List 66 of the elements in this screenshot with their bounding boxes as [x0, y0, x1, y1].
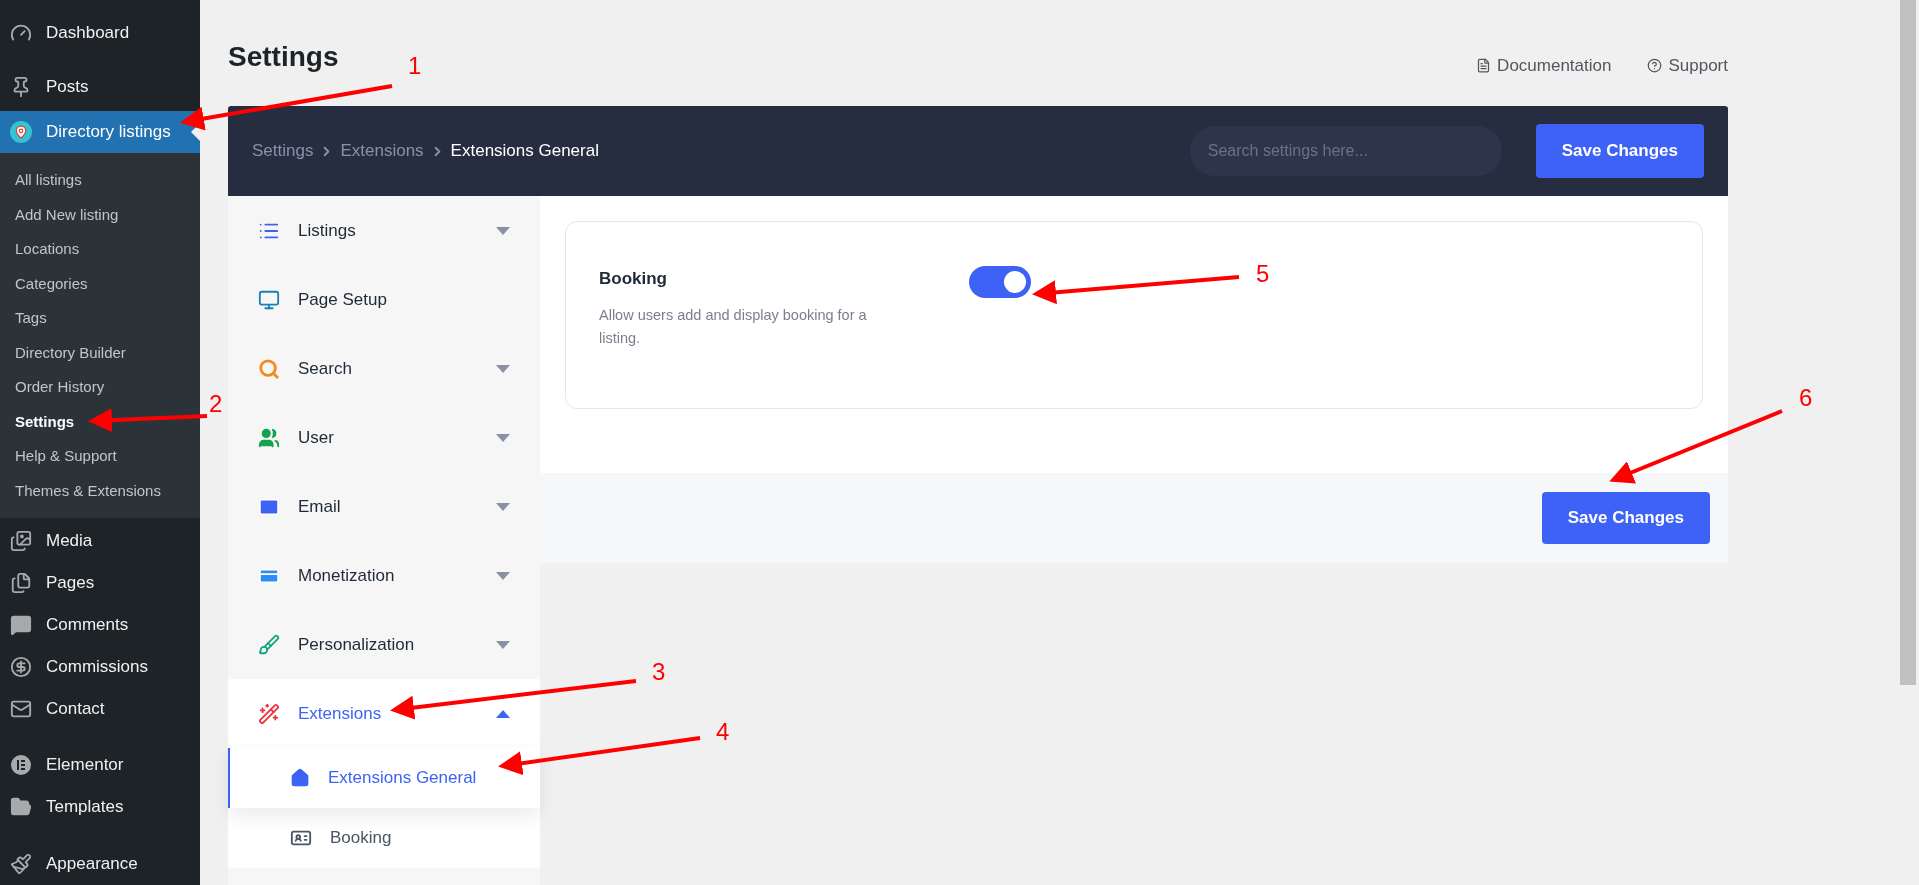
nav-item[interactable]: Monetization	[228, 541, 540, 610]
submenu-item[interactable]: Categories	[0, 266, 200, 301]
submenu-item[interactable]: Locations	[0, 232, 200, 267]
submenu-item[interactable]: Settings	[0, 404, 200, 439]
admin-menu-item[interactable]: Dashboard	[0, 12, 200, 54]
search-field[interactable]: Search settings here...	[1189, 126, 1502, 176]
annotation-number: 6	[1799, 384, 1813, 411]
admin-menu-item[interactable]: Contact	[0, 688, 200, 730]
submenu-item[interactable]: All listings	[0, 163, 200, 198]
nav-subitem[interactable]: Booking	[228, 808, 540, 868]
header-link[interactable]: Documentation	[1476, 52, 1612, 78]
dollar-icon	[10, 656, 32, 678]
setting-description: Allow users add and display booking for a listing.	[599, 305, 868, 348]
admin-menu-item[interactable]: Directory listings	[0, 111, 200, 153]
admin-menu-item[interactable]: Posts	[0, 66, 200, 108]
annotation-number: 5	[1256, 260, 1270, 287]
annotation-number: 3	[652, 658, 666, 685]
search-icon	[258, 357, 280, 380]
scrollbar-thumb[interactable]	[1900, 0, 1916, 685]
speech-bubble-icon	[10, 614, 32, 636]
home-icon	[290, 768, 310, 788]
nav-item[interactable]: User	[228, 403, 540, 472]
nav-subitem[interactable]: Extensions General	[228, 748, 540, 808]
brush-icon	[258, 633, 280, 656]
document-icon	[1476, 57, 1492, 73]
admin-menu-item[interactable]: Media	[0, 520, 200, 562]
submenu-item[interactable]: Themes & Extensions	[0, 473, 200, 508]
media-icon	[10, 530, 32, 552]
admin-menu-item[interactable]: Pages	[0, 562, 200, 604]
nav-item[interactable]: Listings	[228, 196, 540, 265]
monitor-icon	[258, 288, 280, 311]
elementor-icon	[10, 754, 32, 776]
admin-menu-item[interactable]: Elementor	[0, 744, 200, 786]
submenu-item[interactable]: Tags	[0, 301, 200, 336]
nav-item[interactable]: Personalization	[228, 610, 540, 679]
submenu-item[interactable]: Add New listing	[0, 197, 200, 232]
nav-item[interactable]: Search	[228, 334, 540, 403]
save-button[interactable]: Save Changes	[1535, 124, 1704, 178]
users-icon	[258, 426, 280, 449]
map-pin-icon	[10, 121, 32, 143]
submenu-item[interactable]: Order History	[0, 370, 200, 405]
paintbrush-icon	[10, 853, 32, 875]
admin-menu-item[interactable]: Appearance	[0, 843, 200, 885]
toggle-switch[interactable]	[969, 266, 1031, 298]
header-link[interactable]: Support	[1647, 52, 1728, 78]
admin-menu-item[interactable]: Comments	[0, 604, 200, 646]
breadcrumb: Extensions General	[450, 140, 599, 163]
help-icon	[1647, 57, 1663, 73]
annotation-number: 4	[716, 718, 730, 745]
annotation-number: 2	[209, 390, 223, 417]
page-title: Settings	[228, 40, 339, 74]
pages-icon	[10, 572, 32, 594]
nav-item[interactable]: Extensions	[228, 679, 540, 748]
nav-item[interactable]: Email	[228, 472, 540, 541]
save-button[interactable]: Save Changes	[1541, 492, 1710, 544]
admin-menu-item[interactable]: Templates	[0, 786, 200, 828]
annotation-number: 1	[408, 52, 422, 79]
submenu-item[interactable]: Directory Builder	[0, 335, 200, 370]
folder-icon	[10, 796, 32, 818]
submenu-item[interactable]: Help & Support	[0, 439, 200, 474]
admin-menu-item[interactable]: Commissions	[0, 646, 200, 688]
setting-title: Booking	[599, 268, 668, 290]
magic-wand-icon	[258, 702, 280, 725]
breadcrumb[interactable]: Settings	[252, 138, 314, 164]
nav-item[interactable]: Page Setup	[228, 265, 540, 334]
breadcrumb[interactable]: Extensions	[340, 138, 424, 164]
